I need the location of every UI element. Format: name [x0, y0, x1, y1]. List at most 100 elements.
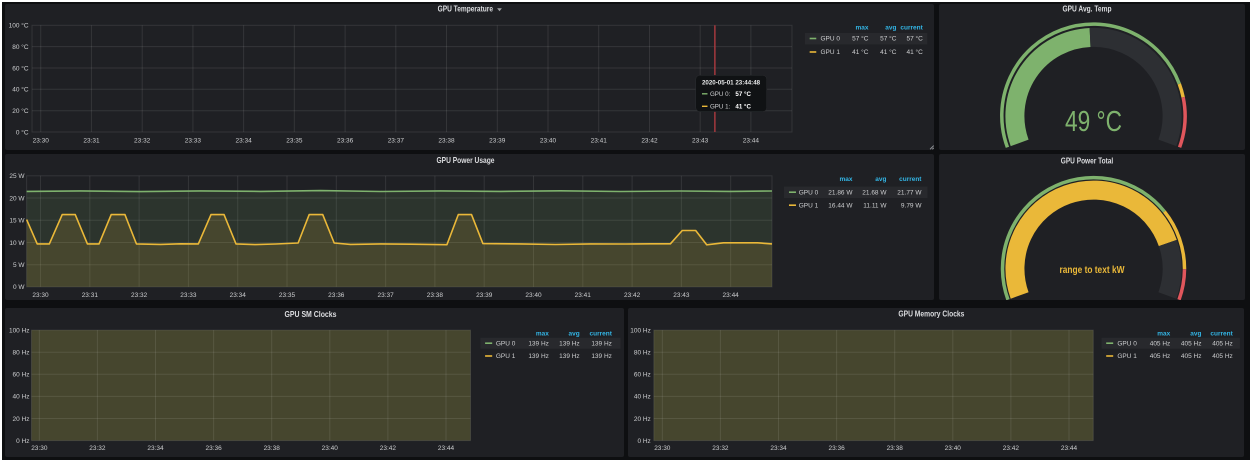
svg-text:23:43: 23:43 — [673, 292, 690, 299]
svg-text:current: current — [1211, 330, 1234, 337]
svg-text:57 °C: 57 °C — [880, 35, 897, 43]
svg-text:23:36: 23:36 — [336, 137, 353, 144]
svg-text:23:36: 23:36 — [829, 445, 846, 452]
svg-text:139 Hz: 139 Hz — [559, 340, 580, 347]
svg-text:5 W: 5 W — [12, 262, 24, 269]
svg-text:80 Hz: 80 Hz — [634, 349, 651, 356]
svg-text:current: current — [589, 330, 612, 337]
svg-text:23:40: 23:40 — [539, 137, 556, 144]
svg-text:GPU Power Total: GPU Power Total — [1061, 157, 1113, 166]
svg-text:21.86 W: 21.86 W — [828, 190, 853, 197]
svg-text:avg: avg — [875, 176, 886, 183]
svg-text:139 Hz: 139 Hz — [528, 353, 549, 360]
svg-text:23:40: 23:40 — [321, 445, 338, 452]
svg-text:405 Hz: 405 Hz — [1212, 353, 1233, 360]
svg-text:25 W: 25 W — [9, 173, 25, 180]
svg-text:139 Hz: 139 Hz — [528, 340, 549, 347]
svg-text:23:38: 23:38 — [438, 137, 455, 144]
svg-text:23:41: 23:41 — [590, 137, 607, 144]
svg-text:57 °C: 57 °C — [906, 35, 923, 43]
svg-text:20 Hz: 20 Hz — [12, 416, 29, 423]
svg-text:23:42: 23:42 — [641, 137, 658, 144]
svg-text:23:35: 23:35 — [278, 292, 295, 299]
svg-text:23:34: 23:34 — [147, 445, 164, 452]
svg-text:GPU 1: GPU 1 — [820, 49, 840, 56]
svg-text:23:30: 23:30 — [32, 137, 49, 144]
svg-text:139 Hz: 139 Hz — [591, 353, 612, 360]
svg-text:0 °C: 0 °C — [15, 128, 28, 136]
svg-text:range to text kW: range to text kW — [1060, 265, 1125, 276]
svg-text:10 W: 10 W — [9, 240, 25, 247]
svg-text:100 Hz: 100 Hz — [8, 327, 29, 334]
svg-text:2020-05-01 23:44:48: 2020-05-01 23:44:48 — [701, 80, 760, 87]
svg-text:GPU 0:: GPU 0: — [709, 91, 730, 98]
svg-text:40 °C: 40 °C — [12, 86, 29, 94]
svg-text:80 Hz: 80 Hz — [12, 349, 29, 356]
svg-text:23:41: 23:41 — [574, 292, 591, 299]
svg-text:max: max — [855, 24, 868, 31]
svg-text:max: max — [535, 330, 548, 337]
svg-text:GPU SM Clocks: GPU SM Clocks — [284, 310, 337, 319]
svg-text:avg: avg — [885, 24, 896, 31]
svg-text:23:44: 23:44 — [742, 137, 759, 144]
svg-text:100 °C: 100 °C — [8, 22, 28, 30]
svg-text:current: current — [900, 24, 923, 31]
svg-text:0 Hz: 0 Hz — [638, 438, 651, 445]
svg-text:139 Hz: 139 Hz — [559, 353, 580, 360]
svg-text:20 °C: 20 °C — [12, 107, 29, 115]
svg-text:23:42: 23:42 — [623, 292, 640, 299]
svg-text:41 °C: 41 °C — [906, 48, 923, 56]
svg-text:23:36: 23:36 — [328, 292, 345, 299]
svg-text:60 Hz: 60 Hz — [12, 371, 29, 378]
svg-text:60 Hz: 60 Hz — [634, 371, 651, 378]
svg-text:23:31: 23:31 — [83, 137, 100, 144]
svg-text:23:32: 23:32 — [89, 445, 106, 452]
svg-text:23:44: 23:44 — [437, 445, 454, 452]
svg-text:139 Hz: 139 Hz — [591, 340, 612, 347]
svg-text:23:33: 23:33 — [180, 292, 197, 299]
svg-text:avg: avg — [568, 330, 579, 337]
svg-text:57 °C: 57 °C — [852, 35, 869, 43]
svg-text:23:44: 23:44 — [1061, 445, 1078, 452]
svg-text:23:32: 23:32 — [134, 137, 151, 144]
svg-text:0 Hz: 0 Hz — [16, 438, 29, 445]
svg-text:20 Hz: 20 Hz — [634, 416, 651, 423]
svg-text:41 °C: 41 °C — [880, 48, 897, 56]
svg-text:23:31: 23:31 — [81, 292, 98, 299]
svg-text:16.44 W: 16.44 W — [828, 203, 853, 210]
svg-text:GPU 0: GPU 0 — [1118, 340, 1138, 347]
svg-text:GPU Power Usage: GPU Power Usage — [436, 157, 495, 166]
svg-text:GPU 1: GPU 1 — [1118, 353, 1138, 360]
svg-text:GPU 0: GPU 0 — [798, 190, 818, 197]
svg-text:23:36: 23:36 — [205, 445, 222, 452]
svg-text:23:38: 23:38 — [426, 292, 443, 299]
svg-text:23:40: 23:40 — [945, 445, 962, 452]
svg-text:23:39: 23:39 — [476, 292, 493, 299]
svg-text:20 W: 20 W — [9, 196, 25, 203]
svg-text:23:37: 23:37 — [377, 292, 394, 299]
svg-text:23:44: 23:44 — [722, 292, 739, 299]
svg-text:41 °C: 41 °C — [852, 48, 869, 56]
svg-text:49 °C: 49 °C — [1065, 106, 1122, 138]
svg-text:23:39: 23:39 — [489, 137, 506, 144]
svg-text:23:30: 23:30 — [654, 445, 671, 452]
svg-text:GPU 0: GPU 0 — [495, 340, 515, 347]
svg-text:GPU Avg. Temp: GPU Avg. Temp — [1063, 4, 1112, 13]
svg-text:405 Hz: 405 Hz — [1150, 340, 1171, 347]
svg-text:current: current — [899, 176, 922, 183]
svg-text:21.77 W: 21.77 W — [897, 190, 922, 197]
svg-text:11.11 W: 11.11 W — [863, 203, 887, 210]
svg-text:23:38: 23:38 — [887, 445, 904, 452]
svg-text:23:34: 23:34 — [771, 445, 788, 452]
svg-text:57 °C: 57 °C — [735, 91, 751, 98]
svg-text:23:38: 23:38 — [263, 445, 280, 452]
svg-text:max: max — [839, 176, 852, 183]
svg-text:GPU 1: GPU 1 — [495, 353, 515, 360]
svg-text:405 Hz: 405 Hz — [1181, 353, 1202, 360]
svg-text:GPU 1:: GPU 1: — [709, 104, 730, 111]
svg-text:15 W: 15 W — [9, 218, 25, 225]
svg-text:23:32: 23:32 — [712, 445, 729, 452]
svg-text:41 °C: 41 °C — [735, 104, 751, 111]
svg-text:avg: avg — [1190, 330, 1201, 337]
svg-text:GPU 0: GPU 0 — [820, 36, 840, 43]
